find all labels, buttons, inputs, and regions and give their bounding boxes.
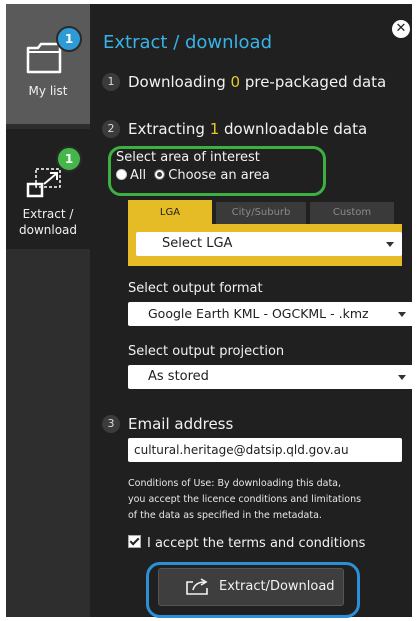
sidebar-item-label: My list <box>28 84 68 98</box>
step-number: 1 <box>102 73 120 91</box>
sidebar: 1 My list 1 Extract / download <box>6 4 90 617</box>
checkbox-checked[interactable] <box>128 535 141 548</box>
output-format-select[interactable]: Google Earth KML - OGCKML - .kmz <box>128 302 414 326</box>
radio-button-selected[interactable] <box>154 169 166 180</box>
my-list-count-badge: 1 <box>56 26 82 52</box>
extract-download-button[interactable]: Extract/Download <box>158 568 344 606</box>
extract-count: 1 <box>209 120 220 138</box>
output-projection-value: As stored <box>148 369 209 384</box>
sidebar-item-label: Extract / <box>22 207 74 221</box>
extract-download-window: 1 My list 1 Extract / download ✕ Extract… <box>6 4 414 618</box>
output-projection-label: Select output projection <box>128 344 285 359</box>
lga-select-value: Select LGA <box>162 236 233 251</box>
page-title: Extract / download <box>103 32 273 53</box>
chevron-down-icon <box>398 375 406 380</box>
email-field[interactable]: cultural.heritage@datsip.qld.gov.au <box>128 438 402 462</box>
extract-panel: ✕ Extract / download 1 Downloading 0 pre-… <box>90 4 414 618</box>
close-icon[interactable]: ✕ <box>392 20 410 38</box>
download-count: 0 <box>230 73 241 91</box>
accept-terms-checkbox[interactable]: I accept the terms and conditions <box>128 535 365 551</box>
chevron-down-icon <box>386 242 394 247</box>
radio-button[interactable] <box>116 169 127 180</box>
step-text: downloadable data <box>219 120 368 138</box>
step-text: Extracting <box>128 120 210 138</box>
output-format-label: Select output format <box>128 281 263 296</box>
step-text: Downloading <box>128 73 231 91</box>
conditions-line: Conditions of Use: By downloading this d… <box>128 478 342 489</box>
step-downloading: 1 Downloading 0 pre-packaged data <box>102 73 386 91</box>
conditions-line: you accept the licence conditions and li… <box>128 494 362 505</box>
conditions-of-use: Conditions of Use: By downloading this d… <box>128 476 400 524</box>
sidebar-item-my-list[interactable]: 1 My list <box>6 4 90 124</box>
sidebar-item-label: download <box>18 223 78 237</box>
export-icon <box>186 578 208 595</box>
radio-choose-area[interactable]: Choose an area <box>154 168 270 183</box>
lga-select[interactable]: Select LGA <box>136 232 402 256</box>
radio-label: Choose an area <box>168 168 270 183</box>
step-number: 2 <box>102 120 120 138</box>
area-of-interest-label: Select area of interest <box>116 150 260 165</box>
extract-download-label: Extract/Download <box>219 579 335 594</box>
area-radio-group: All Choose an area <box>116 168 270 183</box>
step-text: Email address <box>128 415 234 433</box>
chevron-down-icon <box>398 312 406 317</box>
radio-label: All <box>130 168 147 183</box>
radio-all[interactable]: All <box>116 168 146 183</box>
step-text: pre-packaged data <box>240 73 387 91</box>
output-format-value: Google Earth KML - OGCKML - .kmz <box>148 306 369 321</box>
tab-lga[interactable]: LGA <box>128 200 212 226</box>
sidebar-item-extract-download[interactable]: 1 Extract / download <box>6 129 90 249</box>
step-extracting: 2 Extracting 1 downloadable data <box>102 120 367 138</box>
accept-terms-label: I accept the terms and conditions <box>147 536 366 551</box>
step-email: 3 Email address <box>102 415 233 433</box>
area-tabs: LGA City/Suburb Custom <box>128 200 402 226</box>
output-projection-select[interactable]: As stored <box>128 365 414 389</box>
extract-icon <box>26 168 61 198</box>
step-number: 3 <box>102 415 120 433</box>
conditions-line: of the data as specified in the metadata… <box>128 510 322 521</box>
tab-custom[interactable]: Custom <box>310 202 394 224</box>
extract-count-badge: 1 <box>56 146 82 172</box>
tab-city-suburb[interactable]: City/Suburb <box>216 202 306 224</box>
